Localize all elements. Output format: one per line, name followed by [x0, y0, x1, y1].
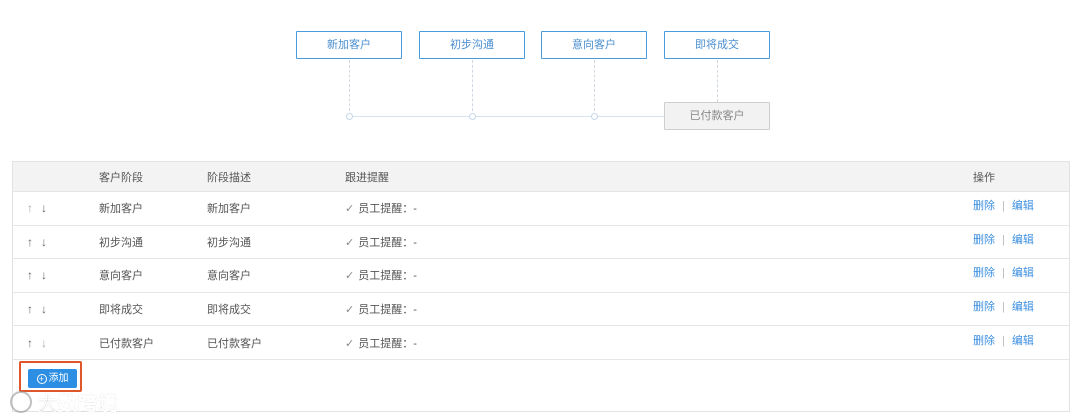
- move-up-icon[interactable]: ↑: [27, 235, 33, 249]
- move-down-icon[interactable]: ↓: [41, 302, 47, 316]
- flow-stage-paid[interactable]: 已付款客户: [664, 102, 770, 130]
- row-stage: 新加客户: [99, 203, 143, 216]
- separator: |: [1002, 334, 1005, 347]
- remind-text: 员工提醒：-: [358, 337, 417, 350]
- delete-link[interactable]: 删除: [973, 267, 995, 279]
- add-button-label: 添加: [48, 373, 69, 384]
- remind-text: 员工提醒：-: [358, 304, 417, 317]
- edit-link[interactable]: 编辑: [1012, 301, 1034, 313]
- edit-link[interactable]: 编辑: [1012, 234, 1034, 246]
- move-up-icon[interactable]: ↑: [27, 268, 33, 282]
- check-icon: ✓: [345, 270, 355, 283]
- row-desc: 意向客户: [207, 270, 251, 283]
- remind-text: 员工提醒：-: [358, 203, 417, 216]
- move-up-icon[interactable]: ↑: [27, 336, 33, 350]
- flow-connector: [349, 60, 350, 116]
- flow-baseline: [349, 116, 664, 117]
- row-stage: 意向客户: [99, 270, 143, 283]
- row-ops: 删除 | 编辑: [973, 192, 1069, 226]
- row-ops: 删除 | 编辑: [973, 259, 1069, 293]
- edit-link[interactable]: 编辑: [1012, 335, 1034, 347]
- table-row: ↑ ↓ 已付款客户 已付款客户 ✓ 员工提醒：- 删除 | 编辑: [13, 325, 1069, 360]
- brand-logo-icon: [10, 391, 32, 413]
- row-remind: ✓ 员工提醒：-: [345, 259, 973, 293]
- delete-link[interactable]: 删除: [973, 301, 995, 313]
- flow-stage-intent[interactable]: 意向客户: [541, 31, 647, 59]
- delete-link[interactable]: 删除: [973, 200, 995, 212]
- stage-flow-diagram: 新加客户 初步沟通 意向客户 即将成交 已付款客户: [0, 0, 1080, 140]
- remind-text: 员工提醒：-: [358, 236, 417, 249]
- header-stage: 客户阶段: [99, 171, 143, 184]
- row-desc: 初步沟通: [207, 236, 251, 249]
- move-down-icon[interactable]: ↓: [41, 336, 47, 350]
- check-icon: ✓: [345, 337, 355, 350]
- add-stage-button[interactable]: + 添加: [28, 369, 77, 388]
- row-stage: 初步沟通: [99, 236, 143, 249]
- move-down-icon[interactable]: ↓: [41, 201, 47, 215]
- edit-link[interactable]: 编辑: [1012, 200, 1034, 212]
- row-remind: ✓ 员工提醒：-: [345, 192, 973, 226]
- separator: |: [1002, 200, 1005, 213]
- table-row: ↑ ↓ 初步沟通 初步沟通 ✓ 员工提醒：- 删除 | 编辑: [13, 225, 1069, 259]
- edit-link[interactable]: 编辑: [1012, 267, 1034, 279]
- header-ops: 操作: [973, 171, 995, 184]
- check-icon: ✓: [345, 236, 355, 249]
- table-row: ↑ ↓ 意向客户 意向客户 ✓ 员工提醒：- 删除 | 编辑: [13, 258, 1069, 293]
- header-desc: 阶段描述: [207, 171, 251, 184]
- delete-link[interactable]: 删除: [973, 234, 995, 246]
- move-up-icon[interactable]: ↑: [27, 302, 33, 316]
- row-stage: 即将成交: [99, 304, 143, 317]
- remind-text: 员工提醒：-: [358, 270, 417, 283]
- row-desc: 已付款客户: [207, 337, 262, 350]
- move-up-icon[interactable]: ↑: [27, 201, 33, 215]
- flow-connector: [594, 60, 595, 116]
- separator: |: [1002, 267, 1005, 280]
- row-ops: 删除 | 编辑: [973, 292, 1069, 326]
- row-remind: ✓ 员工提醒：-: [345, 225, 973, 259]
- flow-stage-closing[interactable]: 即将成交: [664, 31, 770, 59]
- row-stage: 已付款客户: [99, 337, 154, 350]
- check-icon: ✓: [345, 203, 355, 216]
- flow-stage-new[interactable]: 新加客户: [296, 31, 402, 59]
- stage-table: 客户阶段 阶段描述 跟进提醒 操作 ↑ ↓ 新加客户 新加客户 ✓ 员工提醒：- 删…: [12, 161, 1070, 412]
- row-remind: ✓ 员工提醒：-: [345, 326, 973, 360]
- table-row: ↑ ↓ 即将成交 即将成交 ✓ 员工提醒：- 删除 | 编辑: [13, 292, 1069, 326]
- move-down-icon[interactable]: ↓: [41, 268, 47, 282]
- plus-circle-icon: +: [36, 374, 47, 384]
- check-icon: ✓: [345, 304, 355, 317]
- flow-connector: [717, 60, 718, 102]
- watermark-text: 大数跨境: [38, 393, 119, 415]
- flow-connector: [472, 60, 473, 116]
- row-desc: 即将成交: [207, 304, 251, 317]
- table-header-row: 客户阶段 阶段描述 跟进提醒 操作: [13, 161, 1069, 192]
- move-down-icon[interactable]: ↓: [41, 235, 47, 249]
- row-ops: 删除 | 编辑: [973, 225, 1069, 259]
- separator: |: [1002, 233, 1005, 246]
- watermark: 大数跨境: [10, 388, 118, 416]
- separator: |: [1002, 301, 1005, 314]
- row-ops: 删除 | 编辑: [973, 326, 1069, 360]
- row-remind: ✓ 员工提醒：-: [345, 292, 973, 326]
- flow-node: [591, 113, 598, 120]
- flow-node: [346, 113, 353, 120]
- header-sort: [13, 162, 99, 192]
- header-remind: 跟进提醒: [345, 171, 389, 184]
- flow-node: [469, 113, 476, 120]
- table-row: ↑ ↓ 新加客户 新加客户 ✓ 员工提醒：- 删除 | 编辑: [13, 191, 1069, 226]
- delete-link[interactable]: 删除: [973, 335, 995, 347]
- flow-stage-initial[interactable]: 初步沟通: [419, 31, 525, 59]
- add-row-area: [13, 359, 1069, 411]
- row-desc: 新加客户: [207, 203, 251, 216]
